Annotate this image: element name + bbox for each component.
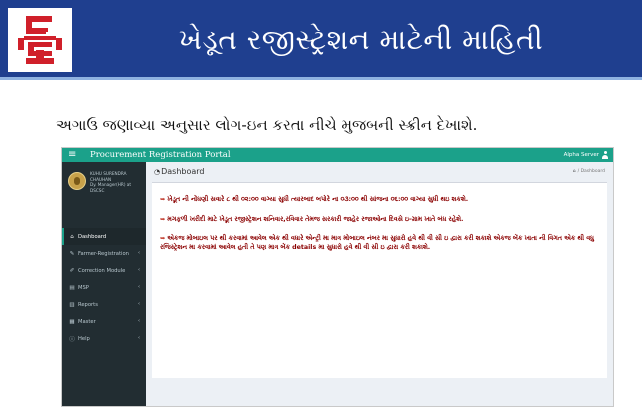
breadcrumb-current: / Dashboard (577, 169, 605, 174)
chevron-left-icon: ‹ (138, 250, 140, 256)
bar-chart-icon: ▥ (69, 301, 75, 308)
dashboard-icon: ⌂ (70, 233, 74, 240)
sidebar-item-label: Reports (78, 301, 98, 308)
home-icon[interactable]: ⌂ (573, 169, 576, 174)
sidebar-item-label: Help (78, 335, 90, 342)
hamburger-menu-icon[interactable]: ≡ (68, 149, 76, 161)
portal-topbar: ≡ Procurement Registration Portal Alpha … (62, 148, 613, 162)
sidebar: KUHU SURENDRA CHAUHAN Dy. Manager(HR) at DS… (62, 162, 146, 406)
user-icon[interactable] (602, 151, 608, 159)
page-title: ◔Dashboard (154, 167, 205, 176)
chevron-left-icon: ‹ (138, 301, 140, 307)
user-profile: KUHU SURENDRA CHAUHAN Dy. Manager(HR) at DS… (62, 162, 146, 204)
sidebar-item-correction-module[interactable]: ✐ Correction Module ‹ (62, 262, 146, 279)
sidebar-item-help[interactable]: ⓘ Help ‹ (62, 330, 146, 347)
document-icon: ▤ (69, 284, 75, 291)
sidebar-item-label: Master (78, 318, 96, 325)
chevron-left-icon: ‹ (138, 267, 140, 273)
sidebar-nav: ⌂ Dashboard ✎ Farmer-Registration ‹ ✐ Correcti… (62, 228, 146, 347)
dashboard-icon: ◔ (154, 168, 161, 176)
sidebar-item-label: Farmer-Registration (78, 250, 129, 257)
chevron-left-icon: ‹ (138, 284, 140, 290)
notice-item: ➥ મગફળી ખરીદી માટે ખેડૂત રજીસ્ટ્રેશન શનિવ… (160, 216, 464, 223)
profile-details: KUHU SURENDRA CHAUHAN Dy. Manager(HR) at DS… (90, 171, 144, 193)
arrow-bullet-icon: ➥ (160, 196, 166, 203)
sidebar-item-farmer-registration[interactable]: ✎ Farmer-Registration ‹ (62, 245, 146, 262)
sidebar-item-label: MSP (78, 284, 89, 291)
arrow-bullet-icon: ➥ (160, 216, 166, 223)
page-title-text: Dashboard (161, 167, 205, 176)
arrow-bullet-icon: ➥ (160, 235, 166, 242)
user-name[interactable]: Alpha Server (564, 150, 599, 160)
main-content: ◔Dashboard ⌂ / Dashboard ➥ ખેડૂત ની નોંધણી… (146, 162, 613, 406)
info-icon: ⓘ (69, 336, 75, 343)
sidebar-item-reports[interactable]: ▥ Reports ‹ (62, 296, 146, 313)
sidebar-item-label: Dashboard (78, 233, 107, 240)
avatar (68, 172, 86, 190)
slide: ખેડૂત રજીસ્ટ્રેશન માટેની માહિતી અગાઉ જણા… (0, 0, 642, 420)
grid-icon: ▦ (69, 318, 75, 325)
notice-item: ➥ ખેડૂત ની નોંધણી સવારે ૮ થી ૦૨:૦૦ વાગ્યા… (160, 196, 469, 203)
sidebar-item-label: Correction Module (78, 267, 126, 274)
breadcrumb: ⌂ / Dashboard (573, 169, 605, 174)
chevron-left-icon: ‹ (138, 335, 140, 341)
edit-icon: ✐ (69, 267, 75, 274)
gujarat-state-civil-supplies-logo (8, 8, 72, 72)
slide-header: ખેડૂત રજીસ્ટ્રેશન માટેની માહિતી (0, 0, 642, 80)
lead-text: અગાઉ જણાવ્યા અનુસાર લોગ-ઇન કરતા નીચે મુજ… (56, 116, 478, 134)
notice-box: ➥ ખેડૂત ની નોંધણી સવારે ૮ થી ૦૨:૦૦ વાગ્યા… (152, 182, 607, 378)
sidebar-item-msp[interactable]: ▤ MSP ‹ (62, 279, 146, 296)
portal-title: Procurement Registration Portal (90, 150, 231, 160)
chevron-left-icon: ‹ (138, 318, 140, 324)
portal-screenshot: ≡ Procurement Registration Portal Alpha … (61, 147, 614, 407)
logo-icon (8, 8, 72, 72)
sidebar-item-dashboard[interactable]: ⌂ Dashboard (62, 228, 146, 245)
sidebar-item-master[interactable]: ▦ Master ‹ (62, 313, 146, 330)
profile-line: DSCSC (90, 187, 105, 193)
slide-title: ખેડૂત રજીસ્ટ્રેશન માટેની માહિતી (178, 23, 544, 56)
notice-item: ➥ એકજ મોબાઇલ પર થી કરવામાં આવેલ એક થી વધા… (160, 235, 594, 251)
pencil-icon: ✎ (69, 250, 75, 257)
